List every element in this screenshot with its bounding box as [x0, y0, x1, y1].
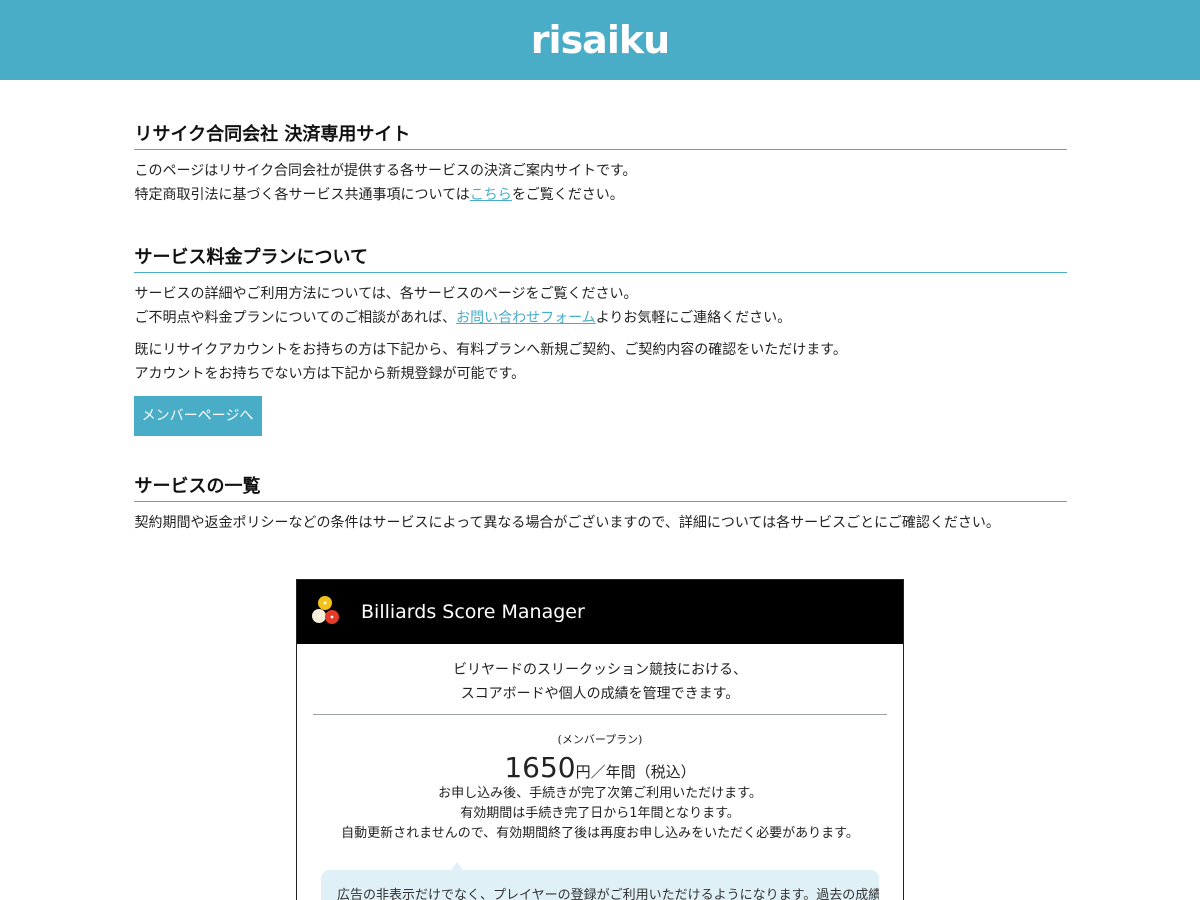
intro-line-2-before: 特定商取引法に基づく各サービス共通事項については [134, 187, 470, 203]
plan-note-2: 有効期間は手続き完了日から1年間となります。 [460, 806, 740, 821]
plans-line-2-before: ご不明点や料金プランについてのご相談があれば、 [134, 310, 457, 326]
plan-notes: お申し込み後、手続きが完了次第ご利用いただけます。 有効期間は手続き完了日から1… [313, 784, 887, 844]
plan-note-3: 自動更新されませんので、有効期間終了後は再度お申し込みをいただく必要があります。 [341, 826, 859, 841]
site-header: risaiku [0, 0, 1200, 80]
services-title: サービスの一覧 [133, 472, 1067, 502]
service-card-header: Billiards Score Manager [297, 580, 903, 644]
site-logo[interactable]: risaiku [531, 21, 670, 59]
service-desc-line-2: スコアボードや個人の成績を管理できます。 [460, 686, 740, 702]
plans-line-3: 既にリサイクアカウントをお持ちの方は下記から、有料プランへ新規ご契約、ご契約内容… [134, 342, 847, 358]
member-page-button[interactable]: メンバーページへ [133, 396, 262, 436]
services-section: サービスの一覧 契約期間や返金ポリシーなどの条件はサービスによって異なる場合がご… [133, 472, 1067, 900]
plans-section: サービス料金プランについて サービスの詳細やご利用方法については、各サービスのペ… [133, 243, 1067, 436]
plan-note-1: お申し込み後、手続きが完了次第ご利用いただけます。 [438, 786, 762, 801]
legal-notice-link[interactable]: こちら [470, 187, 512, 203]
service-description: ビリヤードのスリークッション競技における、 スコアボードや個人の成績を管理できま… [313, 644, 887, 715]
plans-text-2: 既にリサイクアカウントをお持ちの方は下記から、有料プランへ新規ご契約、ご契約内容… [134, 338, 1067, 386]
service-desc-line-1: ビリヤードのスリークッション競技における、 [453, 662, 747, 678]
price-value: 1650 [504, 751, 576, 784]
main-content: リサイク合同会社 決済専用サイト このページはリサイク合同会社が提供する各サービ… [133, 80, 1067, 900]
bubble-tail [451, 862, 463, 870]
intro-line-2-after: をご覧ください。 [511, 187, 624, 203]
services-text: 契約期間や返金ポリシーなどの条件はサービスによって異なる場合がございますので、詳… [134, 515, 1000, 531]
price-line: 1650円／年間（税込） [313, 751, 887, 784]
plans-line-4: アカウントをお持ちでない方は下記から新規登録が可能です。 [134, 366, 526, 382]
billiard-balls-icon [312, 596, 339, 624]
contact-form-link[interactable]: お問い合わせフォーム [456, 310, 596, 326]
plan-benefit-text: 広告の非表示だけでなく、プレイヤーの登録がご利用いただけるようになります。過去の… [337, 888, 879, 900]
plan-label: (メンバープラン) [557, 733, 643, 746]
service-card-title: Billiards Score Manager [361, 601, 585, 623]
plans-line-1: サービスの詳細やご利用方法については、各サービスのページをご覧ください。 [134, 286, 638, 302]
intro-section: リサイク合同会社 決済専用サイト このページはリサイク合同会社が提供する各サービ… [133, 120, 1067, 207]
intro-text: このページはリサイク合同会社が提供する各サービスの決済ご案内サイトです。 特定商… [134, 159, 1067, 207]
plans-line-2-after: よりお気軽にご連絡ください。 [595, 310, 792, 326]
service-card-body: ビリヤードのスリークッション競技における、 スコアボードや個人の成績を管理できま… [297, 644, 903, 900]
plan-benefit-bubble: 広告の非表示だけでなく、プレイヤーの登録がご利用いただけるようになります。過去の… [321, 870, 879, 900]
intro-title: リサイク合同会社 決済専用サイト [133, 120, 1067, 150]
plans-title: サービス料金プランについて [133, 243, 1067, 273]
price-unit: 円／年間（税込） [575, 763, 696, 781]
intro-line-1: このページはリサイク合同会社が提供する各サービスの決済ご案内サイトです。 [134, 163, 637, 179]
plans-text-1: サービスの詳細やご利用方法については、各サービスのページをご覧ください。 ご不明… [134, 282, 1067, 330]
service-card: Billiards Score Manager ビリヤードのスリークッション競技… [296, 579, 904, 900]
